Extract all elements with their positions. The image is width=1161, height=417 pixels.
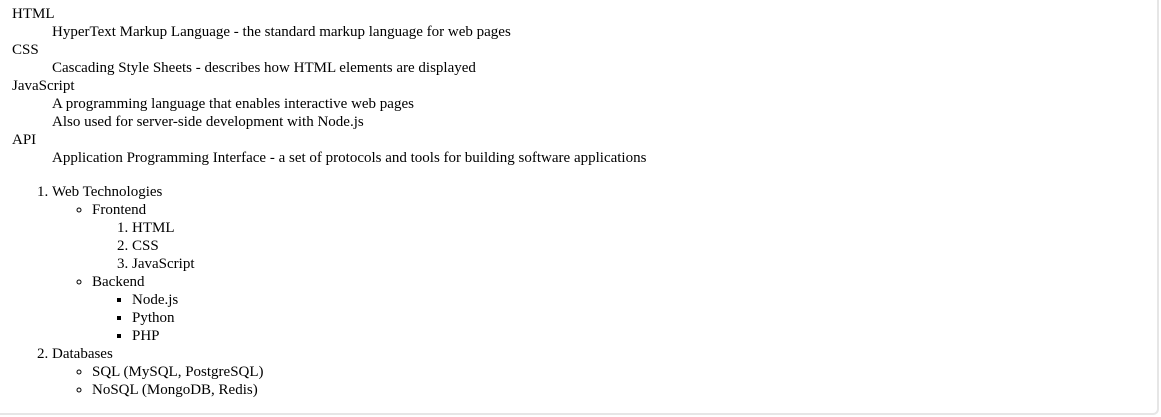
nested-ordered-list: HTML CSS JavaScript — [92, 219, 646, 273]
sub-list-item: Backend Node.js Python PHP — [92, 273, 646, 345]
sub-list: Frontend HTML CSS JavaScript Backend Nod… — [52, 201, 646, 345]
definition-term: JavaScript — [12, 78, 75, 94]
definition-description: HyperText Markup Language - the standard… — [52, 24, 511, 40]
nested-list-item: HTML — [132, 219, 646, 237]
definition-term: API — [12, 132, 37, 148]
sub-list-item: Frontend HTML CSS JavaScript — [92, 201, 646, 273]
document-page: HTML HyperText Markup Language - the sta… — [0, 0, 1159, 415]
sub-list-item-label: Backend — [92, 274, 145, 290]
definition-term: CSS — [12, 42, 39, 58]
definition-description: Application Programming Interface - a se… — [52, 150, 647, 166]
definition-description: A programming language that enables inte… — [52, 96, 414, 112]
nested-list-item: Python — [132, 309, 646, 327]
definition-description: Cascading Style Sheets - describes how H… — [52, 60, 476, 76]
outline-list: Web Technologies Frontend HTML CSS JavaS… — [12, 183, 646, 399]
sub-list-item: SQL (MySQL, PostgreSQL) — [92, 363, 646, 381]
outline-item-label: Web Technologies — [52, 184, 163, 200]
nested-list-item: CSS — [132, 237, 646, 255]
definition-description: Also used for server-side development wi… — [52, 114, 364, 130]
document-content: HTML HyperText Markup Language - the sta… — [12, 5, 646, 399]
nested-list-item: PHP — [132, 327, 646, 345]
outline-item-label: Databases — [52, 346, 113, 362]
nested-unordered-list: Node.js Python PHP — [92, 291, 646, 345]
outline-item: Databases SQL (MySQL, PostgreSQL) NoSQL … — [52, 345, 646, 399]
nested-list-item: JavaScript — [132, 255, 646, 273]
definition-term: HTML — [12, 6, 55, 22]
nested-list-item: Node.js — [132, 291, 646, 309]
sub-list-item: NoSQL (MongoDB, Redis) — [92, 381, 646, 399]
sub-list-item-label: Frontend — [92, 202, 147, 218]
sub-list: SQL (MySQL, PostgreSQL) NoSQL (MongoDB, … — [52, 363, 646, 399]
definition-list: HTML HyperText Markup Language - the sta… — [12, 5, 646, 167]
outline-item: Web Technologies Frontend HTML CSS JavaS… — [52, 183, 646, 345]
